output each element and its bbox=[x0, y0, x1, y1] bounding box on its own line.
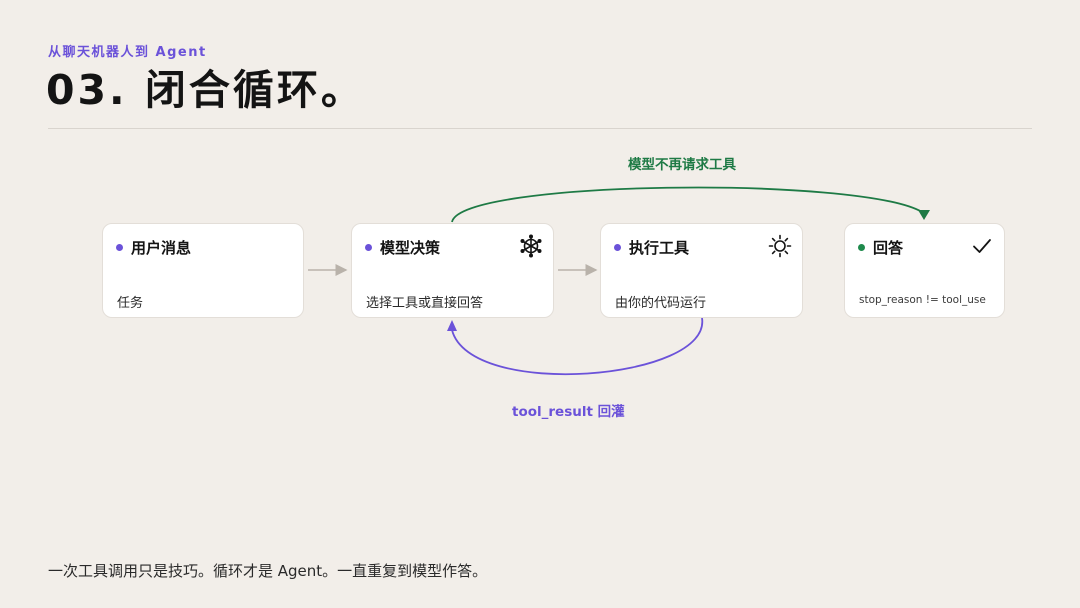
arc-stop-to-answer bbox=[451, 186, 923, 223]
sun-gear-icon bbox=[768, 234, 792, 258]
node-label: 用户消息 bbox=[131, 239, 192, 257]
node-dot bbox=[858, 244, 865, 251]
node-dot bbox=[365, 244, 372, 251]
edge-label-stop: 模型不再请求工具 bbox=[628, 157, 736, 173]
node-dot bbox=[614, 244, 621, 251]
network-hub-icon bbox=[520, 234, 542, 258]
arc-feedback-arrowhead bbox=[447, 320, 457, 331]
node-model-decision: 模型决策 选择工具或直接回答 bbox=[351, 223, 554, 318]
node-label: 执行工具 bbox=[629, 239, 690, 257]
node-sub: 任务 bbox=[117, 296, 144, 311]
node-label: 模型决策 bbox=[380, 239, 441, 257]
node-answer: 回答 stop_reason != tool_use bbox=[844, 223, 1005, 318]
node-sub: stop_reason != tool_use bbox=[859, 294, 986, 306]
arc-feedback-loop bbox=[451, 317, 703, 376]
page-title: 03. 闭合循环。 bbox=[46, 66, 365, 114]
title-divider bbox=[48, 128, 1032, 129]
node-dot bbox=[116, 244, 123, 251]
node-sub: 选择工具或直接回答 bbox=[366, 296, 484, 311]
node-label: 回答 bbox=[873, 239, 904, 257]
node-execute-tool: 执行工具 由你的代码运行 bbox=[600, 223, 803, 318]
kicker: 从聊天机器人到 Agent bbox=[48, 45, 207, 60]
edge-label-feedback: tool_result 回灌 bbox=[512, 404, 625, 420]
node-user-message: 用户消息 任务 bbox=[102, 223, 304, 318]
checkmark-icon bbox=[973, 239, 991, 253]
footer-caption: 一次工具调用只是技巧。循环才是 Agent。一直重复到模型作答。 bbox=[48, 562, 488, 580]
node-sub: 由你的代码运行 bbox=[615, 296, 707, 311]
arc-stop-arrowhead bbox=[918, 210, 930, 220]
